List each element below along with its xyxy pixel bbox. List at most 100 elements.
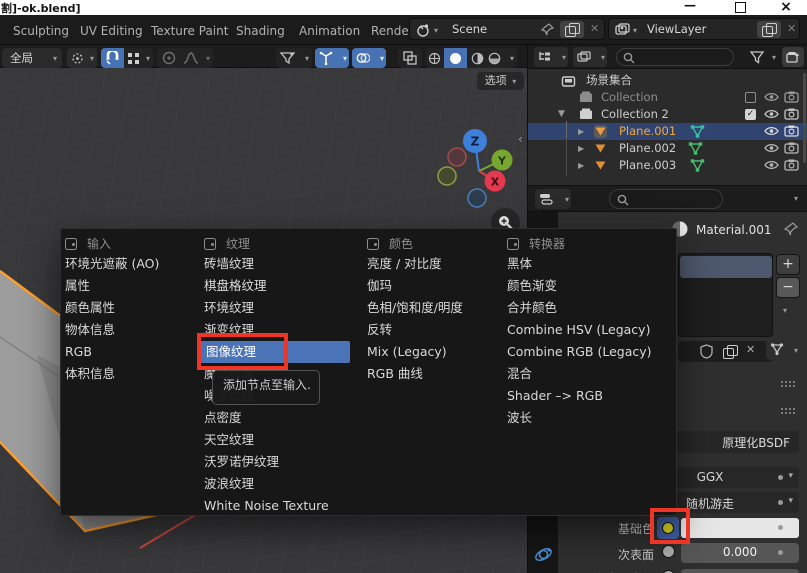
shading-material-icon[interactable] [471, 52, 484, 65]
subsurface-radius-field[interactable]: 1.000 [681, 569, 799, 573]
panel-grip[interactable] [780, 380, 796, 387]
properties-search-input[interactable] [609, 189, 723, 209]
proportional-editing-icon[interactable] [162, 51, 176, 65]
disclosure-closed-icon[interactable]: ▶ [578, 140, 584, 157]
menu-item-hue-saturation[interactable]: 色相/饱和度/明度 [367, 297, 463, 319]
shading-wireframe-icon[interactable] [428, 52, 441, 65]
menu-item-voronoi-texture[interactable]: 沃罗诺伊纹理 [204, 451, 279, 473]
tab-animation[interactable]: Animation [299, 22, 360, 40]
tab-shading[interactable]: Shading [236, 22, 285, 40]
menu-item-point-density[interactable]: 点密度 [204, 407, 242, 429]
unlink-material-icon[interactable]: ✕ [746, 343, 755, 356]
outliner-filter-dropdown[interactable]: ▾ [746, 47, 778, 67]
outliner-row-plane-003[interactable]: ▶ Plane.003 [528, 157, 807, 174]
slot-specials-arrow[interactable]: ▾ [783, 306, 787, 315]
menu-item-white-noise-texture[interactable]: White Noise Texture [204, 495, 329, 517]
animate-dot[interactable] [778, 550, 783, 555]
collection-exclude-checkbox[interactable]: ✓ [745, 109, 756, 120]
menu-item-blackbody[interactable]: 黑体 [507, 253, 532, 275]
disclosure-open-icon[interactable]: ▼ [558, 106, 565, 123]
scene-unlink-button[interactable]: ✕ [590, 22, 599, 35]
material-slot-selected[interactable] [680, 256, 772, 278]
material-slot-list[interactable] [678, 253, 773, 337]
outliner-search-input[interactable] [616, 48, 734, 66]
menu-item-sky-texture[interactable]: 天空纹理 [204, 429, 254, 451]
eye-icon[interactable] [764, 108, 779, 120]
panel-grip[interactable] [780, 407, 796, 414]
menu-item-combine-hsv-legacy[interactable]: Combine HSV (Legacy) [507, 319, 650, 341]
eye-icon[interactable] [764, 142, 779, 154]
new-collection-button[interactable] [782, 47, 804, 67]
maximize-button[interactable] [733, 0, 747, 14]
properties-options-arrow[interactable]: ▾ [794, 194, 798, 203]
pivot-point-dropdown[interactable]: ▾ [67, 48, 97, 68]
menu-item-combine-color[interactable]: 合并颜色 [507, 297, 557, 319]
snap-dropdown-arrow[interactable]: ▾ [146, 54, 150, 63]
outliner-row-plane-002[interactable]: ▶ Plane.002 [528, 140, 807, 157]
sidebar-collapse-arrow[interactable]: ‹ [518, 132, 523, 146]
tab-texture-paint[interactable]: Texture Paint [151, 22, 228, 40]
outliner-row-collection-2[interactable]: ▼ Collection 2 ✓ [528, 106, 807, 123]
viewlayer-remove-button[interactable]: ✕ [787, 22, 796, 35]
transform-orientation-dropdown[interactable]: 全局 ▾ [2, 48, 62, 68]
outliner-scrollbar[interactable] [803, 73, 806, 163]
snap-target-icon[interactable] [128, 53, 139, 64]
material-name-field[interactable]: ✕ [678, 341, 773, 362]
menu-item-color-ramp[interactable]: 颜色渐变 [507, 275, 557, 297]
options-dropdown[interactable]: 选项 ▾ [477, 72, 524, 90]
outliner-row-scene-collection[interactable]: 场景集合 [528, 72, 807, 89]
animate-dot[interactable] [778, 475, 783, 480]
menu-item-attribute[interactable]: 属性 [65, 275, 90, 297]
menu-item-rgb-curves[interactable]: RGB 曲线 [367, 363, 423, 385]
animate-dot[interactable] [778, 525, 783, 530]
copy-material-icon[interactable] [723, 345, 736, 358]
falloff-dropdown-arrow[interactable]: ▾ [206, 54, 210, 63]
material-specials-dropdown[interactable]: ▾ [766, 340, 800, 360]
menu-item-gamma[interactable]: 伽玛 [367, 275, 392, 297]
collection-exclude-checkbox[interactable] [745, 92, 756, 103]
tab-uv-editing[interactable]: UV Editing [80, 22, 143, 40]
camera-icon[interactable] [784, 142, 799, 154]
menu-item-rgb[interactable]: RGB [65, 341, 92, 363]
menu-item-object-info[interactable]: 物体信息 [65, 319, 115, 341]
menu-item-mix[interactable]: 混合 [507, 363, 532, 385]
menu-item-checker-texture[interactable]: 棋盘格纹理 [204, 275, 267, 297]
viewlayer-new-copy-button[interactable] [757, 21, 781, 38]
outliner-row-plane-001[interactable]: ▶ Plane.001 [528, 123, 807, 140]
add-slot-button[interactable]: + [776, 254, 800, 275]
scene-new-copy-button[interactable] [560, 21, 584, 38]
shading-rendered-icon[interactable] [488, 52, 501, 65]
animate-dot[interactable] [778, 500, 783, 505]
menu-item-brick-texture[interactable]: 砖墙纹理 [204, 253, 254, 275]
outliner-row-collection[interactable]: Collection [528, 89, 807, 106]
remove-slot-button[interactable]: − [776, 277, 800, 298]
menu-item-combine-rgb-legacy[interactable]: Combine RGB (Legacy) [507, 341, 652, 363]
menu-item-shader-to-rgb[interactable]: Shader –> RGB [507, 385, 603, 407]
physics-tab-icon[interactable] [534, 545, 553, 564]
fake-user-shield-icon[interactable] [700, 344, 713, 359]
camera-icon[interactable] [784, 108, 799, 120]
menu-item-environment-texture[interactable]: 环境纹理 [204, 297, 254, 319]
camera-icon[interactable] [784, 125, 799, 137]
menu-item-ambient-occlusion[interactable]: 环境光遮蔽 (AO) [65, 253, 159, 275]
snap-toggle[interactable] [101, 48, 124, 68]
menu-item-bright-contrast[interactable]: 亮度 / 对比度 [367, 253, 442, 275]
tab-sculpting[interactable]: Sculpting [13, 22, 69, 40]
camera-icon[interactable] [784, 159, 799, 171]
falloff-curve-icon[interactable] [183, 52, 199, 64]
show-gizmo-visibility-dropdown[interactable]: ▾ [276, 48, 312, 68]
menu-item-mix-legacy[interactable]: Mix (Legacy) [367, 341, 447, 363]
eye-icon[interactable] [764, 125, 779, 137]
menu-item-wave-texture[interactable]: 波浪纹理 [204, 473, 254, 495]
close-button[interactable]: × [779, 0, 793, 14]
disclosure-closed-icon[interactable]: ▶ [578, 123, 584, 140]
minimize-button[interactable]: — [683, 0, 697, 12]
shading-dropdown-arrow[interactable]: ▾ [510, 54, 514, 63]
gizmos-toggle-dropdown[interactable]: ▾ [315, 48, 349, 68]
overlays-toggle-dropdown[interactable]: ▾ [352, 48, 386, 68]
menu-item-wavelength[interactable]: 波长 [507, 407, 532, 429]
outliner-display-mode-dropdown[interactable]: ▾ [534, 47, 568, 67]
xray-toggle[interactable] [398, 48, 422, 68]
properties-display-dropdown[interactable]: ▾ [535, 189, 571, 209]
shading-solid-button[interactable] [444, 48, 467, 68]
